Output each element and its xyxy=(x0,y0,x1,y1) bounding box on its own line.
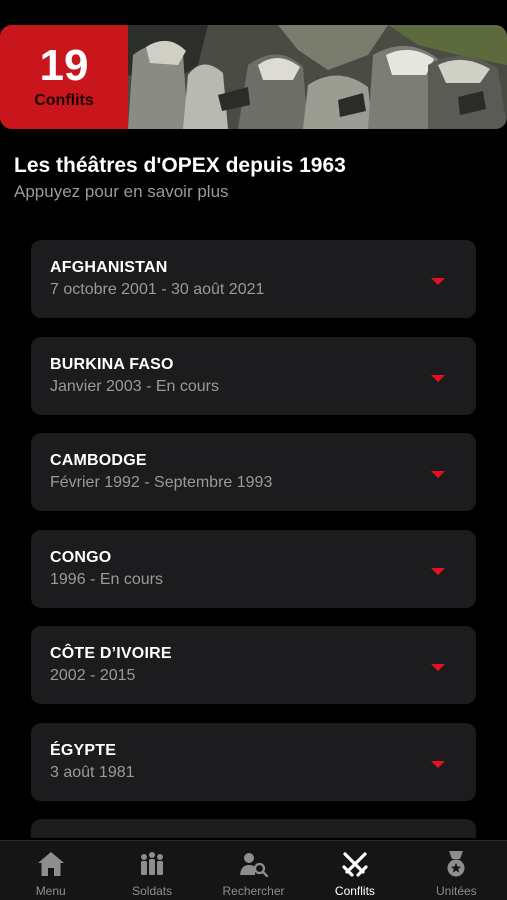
conflict-dates: Janvier 2003 - En cours xyxy=(50,377,219,395)
tab-rechercher[interactable]: Rechercher xyxy=(203,841,304,900)
tab-label: Rechercher xyxy=(222,884,285,898)
conflict-name: CONGO xyxy=(50,548,112,566)
conflicts-screen: 19 Conflits Les théâtres d'OPEX depuis 1… xyxy=(0,0,507,900)
conflicts-banner: 19 Conflits xyxy=(0,25,507,129)
tab-label: Soldats xyxy=(132,884,173,898)
page-heading: Les théâtres d'OPEX depuis 1963 Appuyez … xyxy=(14,154,346,202)
crossed-swords-icon xyxy=(340,849,370,879)
medal-icon xyxy=(441,849,471,879)
tab-bar: Menu Soldats Rechercher Conflits Unitées xyxy=(0,840,507,900)
conflicts-count-label: Conflits xyxy=(34,92,94,109)
chevron-down-icon[interactable] xyxy=(431,567,445,575)
conflict-card-afghanistan[interactable]: AFGHANISTAN 7 octobre 2001 - 30 août 202… xyxy=(31,240,476,318)
conflict-name: BURKINA FASO xyxy=(50,355,174,373)
conflict-dates: 1996 - En cours xyxy=(50,570,163,588)
tab-conflits[interactable]: Conflits xyxy=(304,841,405,900)
conflict-card-cambodge[interactable]: CAMBODGE Février 1992 - Septembre 1993 xyxy=(31,433,476,511)
page-title: Les théâtres d'OPEX depuis 1963 xyxy=(14,154,346,177)
soldiers-illustration xyxy=(128,25,507,129)
tab-label: Menu xyxy=(35,884,66,898)
chevron-down-icon[interactable] xyxy=(431,664,445,671)
conflict-card-congo[interactable]: CONGO 1996 - En cours xyxy=(31,529,476,608)
conflict-card-cote-divoire[interactable]: CÔTE D’IVOIRE 2002 - 2015 xyxy=(31,626,476,704)
conflict-card-next[interactable] xyxy=(31,819,476,838)
tab-soldats[interactable]: Soldats xyxy=(101,841,202,900)
conflict-name: AFGHANISTAN xyxy=(50,259,168,276)
conflict-name: ÉGYPTE xyxy=(50,741,117,759)
conflict-dates: 2002 - 2015 xyxy=(50,667,136,684)
chevron-down-icon[interactable] xyxy=(431,278,445,285)
chevron-down-icon[interactable] xyxy=(431,471,445,478)
conflict-card-burkina-faso[interactable]: BURKINA FASO Janvier 2003 - En cours xyxy=(31,336,476,415)
conflict-name: CAMBODGE xyxy=(50,452,147,469)
conflicts-count: 19 xyxy=(39,41,89,90)
conflicts-count-badge: 19 Conflits xyxy=(0,25,128,129)
conflict-dates: Février 1992 - Septembre 1993 xyxy=(50,474,273,491)
conflict-card-egypte[interactable]: ÉGYPTE 3 août 1981 xyxy=(31,722,476,801)
tab-unitees[interactable]: Unitées xyxy=(406,841,507,900)
conflict-list[interactable]: AFGHANISTAN 7 octobre 2001 - 30 août 202… xyxy=(31,240,476,838)
conflict-dates: 7 octobre 2001 - 30 août 2021 xyxy=(50,281,265,298)
page-subtitle: Appuyez pour en savoir plus xyxy=(14,182,229,201)
soldiers-icon xyxy=(137,849,167,879)
tab-menu[interactable]: Menu xyxy=(0,841,101,900)
conflict-dates: 3 août 1981 xyxy=(50,763,135,781)
tab-label: Unitées xyxy=(435,884,477,898)
tab-label: Conflits xyxy=(334,884,375,898)
chevron-down-icon[interactable] xyxy=(431,374,445,382)
conflict-name: CÔTE D’IVOIRE xyxy=(50,645,172,662)
home-icon xyxy=(36,849,66,879)
chevron-down-icon[interactable] xyxy=(431,760,445,768)
search-person-icon xyxy=(239,849,269,879)
